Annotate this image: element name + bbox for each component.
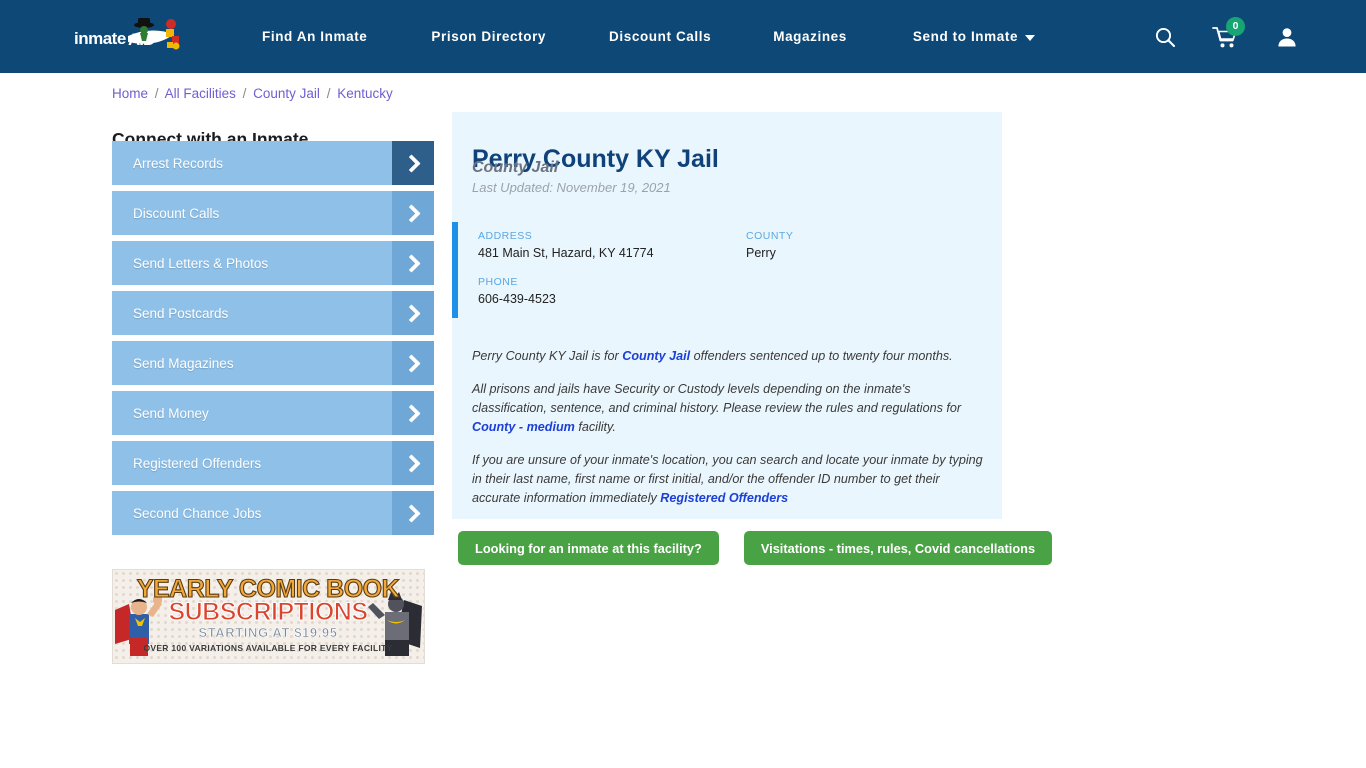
description-paragraph-3: If you are unsure of your inmate's locat…: [472, 451, 984, 508]
site-logo[interactable]: inmate AID: [72, 16, 194, 58]
desc-text: facility.: [574, 420, 616, 434]
sidebar-item-label: Discount Calls: [133, 205, 220, 221]
sidebar-item-label: Send Money: [133, 405, 209, 421]
chevron-right-icon: [392, 141, 434, 185]
link-registered-offenders[interactable]: Registered Offenders: [660, 491, 788, 505]
sidebar-item-discount-calls[interactable]: Discount Calls: [112, 191, 434, 235]
sidebar-item-label: Send Postcards: [133, 305, 229, 321]
visitations-button[interactable]: Visitations - times, rules, Covid cancel…: [743, 531, 1053, 565]
site-header: inmate AID Find An Inmate Prison Directo…: [0, 0, 1366, 73]
chevron-right-icon: [392, 391, 434, 435]
nav-prison-directory[interactable]: Prison Directory: [431, 29, 546, 44]
breadcrumb-separator: /: [242, 86, 247, 101]
facility-last-updated: Last Updated: November 19, 2021: [472, 180, 671, 195]
breadcrumb-separator: /: [326, 86, 331, 101]
desc-text: offenders sentenced up to twenty four mo…: [690, 349, 953, 363]
nav-find-an-inmate[interactable]: Find An Inmate: [262, 29, 367, 44]
svg-text:inmate: inmate: [74, 29, 126, 48]
ad-line-4: OVER 100 VARIATIONS AVAILABLE FOR EVERY …: [143, 643, 392, 653]
chevron-down-icon: [1025, 34, 1036, 41]
chevron-right-icon: [392, 441, 434, 485]
breadcrumb-item-home[interactable]: Home: [112, 86, 148, 101]
desc-text: All prisons and jails have Security or C…: [472, 382, 962, 415]
chevron-right-icon: [392, 291, 434, 335]
chevron-right-icon: [392, 341, 434, 385]
address-value: 481 Main St, Hazard, KY 41774: [478, 246, 654, 260]
chevron-right-icon: [392, 191, 434, 235]
facility-card: Perry County KY Jail County Jail Last Up…: [452, 112, 1002, 519]
looking-for-inmate-button[interactable]: Looking for an inmate at this facility?: [458, 531, 719, 565]
sidebar-item-second-chance-jobs[interactable]: Second Chance Jobs: [112, 491, 434, 535]
facility-type: County Jail: [472, 159, 559, 176]
county-value: Perry: [746, 246, 776, 260]
sidebar-menu: Arrest Records Discount Calls Send Lette…: [112, 141, 434, 541]
nav-discount-calls[interactable]: Discount Calls: [609, 29, 711, 44]
search-icon[interactable]: [1154, 26, 1176, 48]
facility-description: Perry County KY Jail is for County Jail …: [472, 347, 984, 522]
link-county-jail[interactable]: County Jail: [622, 349, 690, 363]
ad-line-3: STARTING AT $19.95: [198, 625, 337, 640]
sidebar-item-label: Registered Offenders: [133, 455, 262, 471]
nav-send-to-inmate[interactable]: Send to Inmate: [912, 29, 1036, 44]
sidebar-item-label: Second Chance Jobs: [133, 505, 262, 521]
user-account-icon[interactable]: [1276, 26, 1298, 48]
header-icon-group: 0: [1154, 0, 1298, 73]
breadcrumb-separator: /: [154, 86, 159, 101]
nav-send-to-inmate-label: Send to Inmate: [912, 29, 1019, 44]
breadcrumb-item-all-facilities[interactable]: All Facilities: [165, 86, 236, 101]
sidebar-item-send-letters-photos[interactable]: Send Letters & Photos: [112, 241, 434, 285]
sidebar-item-arrest-records[interactable]: Arrest Records: [112, 141, 434, 185]
chevron-right-icon: [392, 491, 434, 535]
sidebar-item-label: Send Letters & Photos: [133, 255, 269, 271]
sidebar-item-label: Arrest Records: [133, 155, 224, 171]
comic-ad-artwork: YEARLY COMIC BOOK SUBSCRIPTIONS STARTING…: [113, 570, 424, 663]
sidebar-item-send-postcards[interactable]: Send Postcards: [112, 291, 434, 335]
county-label: COUNTY: [746, 230, 794, 242]
breadcrumb-item-kentucky[interactable]: Kentucky: [337, 86, 393, 101]
description-paragraph-2: All prisons and jails have Security or C…: [472, 380, 984, 437]
ad-line-2: SUBSCRIPTIONS: [168, 598, 367, 626]
sidebar-item-registered-offenders[interactable]: Registered Offenders: [112, 441, 434, 485]
sidebar-item-label: Send Magazines: [133, 355, 234, 371]
breadcrumb-item-county-jail[interactable]: County Jail: [253, 86, 320, 101]
facility-info-column-right: COUNTY Perry: [746, 230, 966, 276]
inmateaid-logo-icon: inmate AID: [74, 18, 180, 50]
comic-book-ad-banner[interactable]: YEARLY COMIC BOOK SUBSCRIPTIONS STARTING…: [112, 569, 425, 664]
desc-text: Perry County KY Jail is for: [472, 349, 623, 363]
cart-button[interactable]: 0: [1212, 16, 1245, 50]
main-navigation: Find An Inmate Prison Directory Discount…: [262, 0, 1036, 73]
address-label: ADDRESS: [478, 230, 533, 242]
sidebar-item-send-magazines[interactable]: Send Magazines: [112, 341, 434, 385]
cart-count-badge: 0: [1226, 16, 1245, 36]
facility-info-column-left: ADDRESS 481 Main St, Hazard, KY 41774 PH…: [478, 230, 738, 322]
phone-value: 606-439-4523: [478, 292, 556, 306]
sidebar-item-send-money[interactable]: Send Money: [112, 391, 434, 435]
chevron-right-icon: [392, 241, 434, 285]
info-accent-bar: [452, 222, 458, 318]
breadcrumb: Home / All Facilities / County Jail / Ke…: [112, 86, 393, 101]
cta-button-row: Looking for an inmate at this facility? …: [458, 531, 1053, 565]
link-county-medium[interactable]: County - medium: [472, 420, 575, 434]
nav-magazines[interactable]: Magazines: [773, 29, 847, 44]
description-paragraph-1: Perry County KY Jail is for County Jail …: [472, 347, 984, 366]
phone-label: PHONE: [478, 276, 518, 288]
